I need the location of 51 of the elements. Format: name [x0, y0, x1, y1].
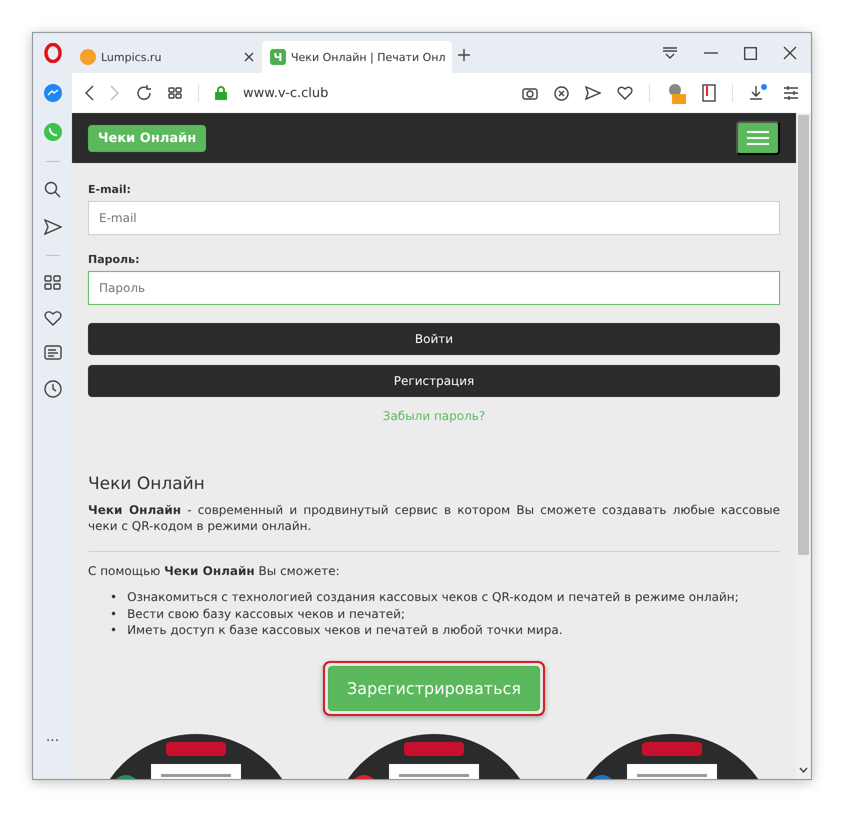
- browser-tab[interactable]: Lumpics.ru: [72, 41, 262, 73]
- settings-icon[interactable]: [783, 86, 799, 100]
- tab-menu-icon[interactable]: [662, 47, 678, 59]
- menu-button[interactable]: [736, 121, 780, 155]
- plus-icon[interactable]: [458, 49, 470, 61]
- field-label: E-mail:: [88, 183, 132, 196]
- more-button[interactable]: ···: [46, 733, 60, 749]
- send-icon[interactable]: [585, 86, 601, 100]
- field-label: Пароль:: [88, 253, 140, 266]
- grid-icon[interactable]: [168, 87, 182, 99]
- back-icon[interactable]: [84, 85, 94, 101]
- reload-icon[interactable]: [136, 85, 152, 101]
- register-button[interactable]: Регистрация: [88, 365, 780, 397]
- section-heading: Чеки Онлайн: [88, 474, 206, 494]
- messenger-icon[interactable]: [42, 83, 62, 103]
- download-icon[interactable]: [749, 84, 767, 102]
- grid-icon[interactable]: [44, 275, 62, 291]
- lock-icon: [215, 86, 227, 100]
- address-field[interactable]: www.v-c.club: [243, 86, 328, 100]
- send-icon[interactable]: [44, 218, 62, 236]
- maximize-icon[interactable]: [744, 46, 757, 60]
- opera-logo-icon: [44, 43, 62, 63]
- camera-icon[interactable]: [522, 86, 538, 100]
- tab-title: Чеки Онлайн | Печати Онл: [291, 50, 446, 64]
- scrollbar-thumb[interactable]: [798, 115, 809, 555]
- close-icon[interactable]: [783, 46, 797, 60]
- news-icon[interactable]: [44, 345, 62, 361]
- bullet-mark: •: [110, 589, 118, 606]
- intro-paragraph: Чеки Онлайн - современный и продвинутый сервис в котором Вы сможете создавать любые кассовые чеки с QR-кодом в режими онлайн.: [88, 502, 780, 534]
- fruit-icon: [80, 49, 96, 65]
- input-field[interactable]: Пароль: [88, 271, 780, 305]
- block-icon[interactable]: [554, 86, 569, 100]
- scroll-down-icon[interactable]: [799, 767, 808, 773]
- heart-icon[interactable]: [617, 86, 633, 100]
- tab-favicon: Ч: [270, 49, 286, 65]
- features-intro: С помощью Чеки Онлайн Вы сможете:: [88, 563, 341, 579]
- bullet-mark: •: [110, 622, 118, 638]
- browser-tab[interactable]: Ч Чеки Онлайн | Печати Онл: [262, 41, 452, 73]
- search-icon[interactable]: [44, 181, 62, 199]
- close-icon[interactable]: [244, 52, 254, 62]
- feature-item: Вести свою базу кассовых чеков и печатей;: [127, 606, 405, 622]
- clock-icon[interactable]: [44, 380, 62, 398]
- minimize-icon[interactable]: [704, 52, 718, 54]
- menu-icon: [747, 130, 769, 146]
- feature-item: Иметь доступ к базе кассовых чеков и печатей в любой точки мира.: [127, 622, 563, 638]
- feature-item: Ознакомиться с технологией создания кассовых чеков с QR-кодом и печатей в режиме онлайн;: [127, 589, 739, 606]
- login-button[interactable]: Войти: [88, 323, 780, 355]
- input-field[interactable]: E-mail: [88, 201, 780, 235]
- tab-title: Lumpics.ru: [101, 50, 162, 64]
- heart-icon[interactable]: [44, 310, 62, 326]
- bullet-mark: •: [110, 606, 118, 622]
